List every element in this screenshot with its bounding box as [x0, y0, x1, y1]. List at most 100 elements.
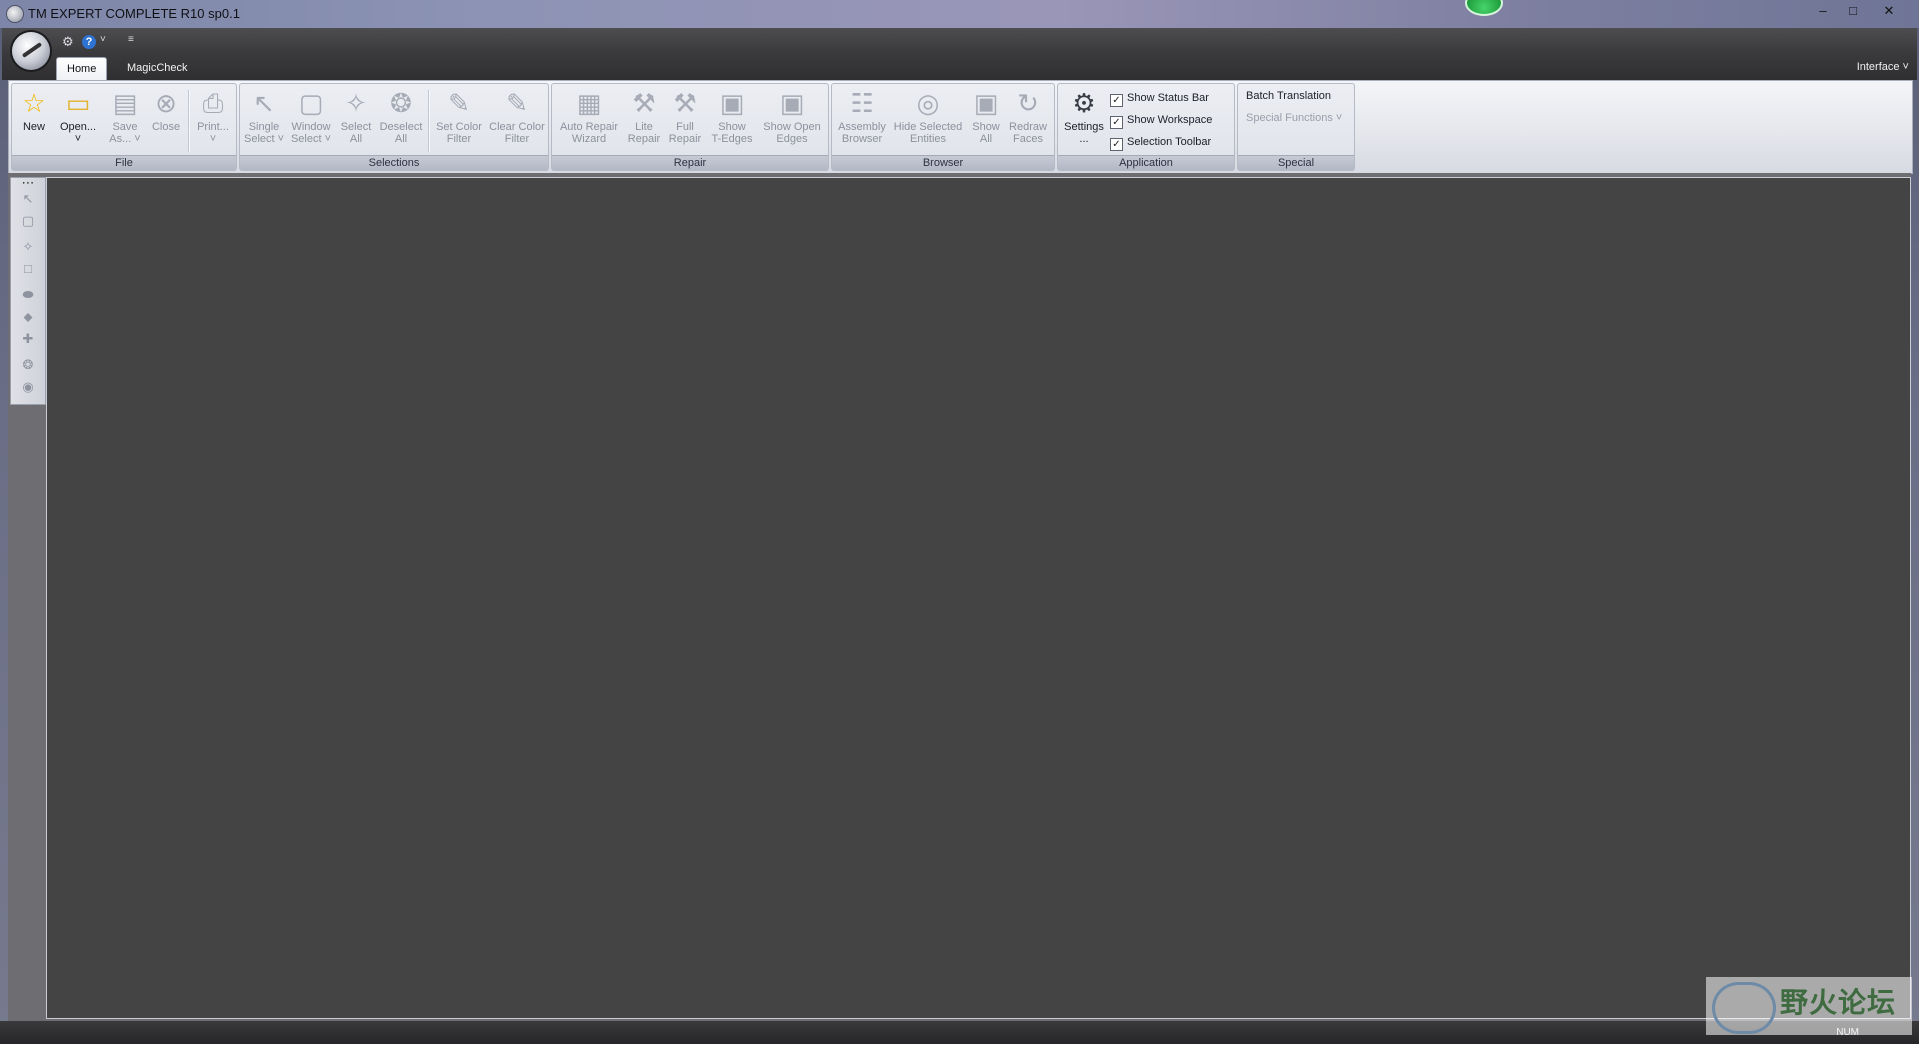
cursor-icon: ↖: [253, 88, 275, 118]
hide-selected-entities-label: Hide Selected Entities: [893, 121, 963, 145]
clear-filter-icon: ✎: [506, 88, 528, 118]
browser-group-label: Browser: [832, 155, 1054, 170]
application-group: ⚙ Settings ... ✓ Show Status Bar ✓ Show Wo…: [1057, 83, 1235, 171]
clear-color-filter-label: Clear Color Filter: [489, 121, 545, 145]
separator: [428, 90, 430, 152]
toolbar-grip[interactable]: ⋯: [17, 176, 39, 189]
show-status-bar-checkbox[interactable]: ✓ Show Status Bar: [1110, 90, 1209, 107]
batch-translation-button[interactable]: Batch Translation: [1246, 90, 1331, 102]
set-color-filter-button[interactable]: ✎ Set Color Filter: [432, 86, 486, 154]
close-label: Close: [151, 121, 181, 133]
deselect-all-label: Deselect All: [379, 121, 423, 145]
application-group-label: Application: [1058, 155, 1234, 170]
print-button[interactable]: ⎙ Print... ˅: [194, 86, 232, 154]
save-as-label: Save As... ˅: [109, 121, 141, 145]
zoom-view-icon[interactable]: ✚: [17, 330, 39, 348]
tab-home[interactable]: Home: [56, 57, 108, 81]
save-icon: ▤: [112, 88, 138, 118]
lite-repair-icon: ⚒: [632, 88, 656, 118]
single-select-button[interactable]: ↖ Single Select ˅: [244, 86, 284, 154]
show-open-edges-button[interactable]: ▣ Show Open Edges: [760, 86, 824, 154]
rotate-view-icon[interactable]: ⬬: [17, 286, 39, 304]
close-button[interactable]: ⊗ Close: [148, 86, 184, 154]
deselect-all-icon: ❂: [390, 88, 412, 118]
show-t-edges-button[interactable]: ▣ Show T-Edges: [708, 86, 756, 154]
save-as-button[interactable]: ▤ Save As... ˅: [106, 86, 144, 154]
forum-watermark: 野火论坛: [1706, 977, 1912, 1035]
checkbox-checked-icon: ✓: [1110, 116, 1123, 129]
set-color-filter-label: Set Color Filter: [436, 121, 482, 145]
window-select-button[interactable]: ▢ Window Select ˅: [288, 86, 334, 154]
open-label: Open... ˅: [59, 121, 97, 145]
window-select-icon: ▢: [298, 88, 324, 118]
file-group: ☆ New ▭ Open... ˅ ▤ Save As... ˅ ⊗ Close…: [11, 83, 237, 171]
selection-toolbar-checkbox[interactable]: ✓ Selection Toolbar: [1110, 134, 1212, 151]
help-dropdown-icon[interactable]: ˅: [100, 34, 106, 45]
window-select-tool-icon[interactable]: ▢: [17, 212, 39, 230]
fit-view-icon[interactable]: ❂: [17, 356, 39, 374]
window-title: TM EXPERT COMPLETE R10 sp0.1: [28, 6, 240, 21]
select-all-icon: ✧: [345, 88, 367, 118]
interface-menu[interactable]: Interface ˅: [1857, 61, 1909, 73]
show-workspace-checkbox[interactable]: ✓ Show Workspace: [1110, 112, 1213, 129]
separator: [188, 90, 190, 152]
tab-magiccheck[interactable]: MagicCheck: [117, 57, 198, 80]
t-edges-icon: ▣: [719, 88, 745, 118]
show-all-button[interactable]: ▣ Show All: [968, 86, 1004, 154]
selection-toolbar-label: Selection Toolbar: [1127, 136, 1212, 148]
print-label: Print... ˅: [197, 121, 229, 145]
show-all-label: Show All: [972, 121, 1000, 145]
selection-toolbar: ⋯ ↖ ▢ ✧ □ ⬬ ⬥ ✚ ❂ ◉: [10, 176, 46, 405]
help-icon[interactable]: ?: [82, 35, 96, 49]
hide-entities-icon: ◎: [916, 88, 940, 118]
select-tool-icon[interactable]: ↖: [17, 190, 39, 208]
maximize-button[interactable]: □: [1836, 2, 1870, 20]
ribbon-header: ⚙ ? ˅ ≡ Home MagicCheck Interface ˅: [2, 28, 1917, 81]
open-button[interactable]: ▭ Open... ˅: [56, 86, 100, 154]
assembly-browser-icon: ☷: [850, 88, 874, 118]
lite-repair-button[interactable]: ⚒ Lite Repair: [626, 86, 662, 154]
auto-repair-wizard-label: Auto Repair Wizard: [559, 121, 619, 145]
customize-qat-icon[interactable]: ≡: [128, 34, 134, 45]
show-all-icon: ▣: [973, 88, 999, 118]
browser-group: ☷ Assembly Browser ◎ Hide Selected Entit…: [831, 83, 1055, 171]
printer-icon: ⎙: [202, 88, 224, 118]
select-all-tool-icon[interactable]: ✧: [17, 238, 39, 256]
gear-icon: ⚙: [1072, 88, 1096, 118]
reset-view-icon[interactable]: ◉: [17, 378, 39, 396]
window-select-label: Window Select ˅: [290, 121, 332, 145]
application-menu-button[interactable]: [12, 32, 50, 70]
color-filter-icon: ✎: [448, 88, 470, 118]
clear-color-filter-button[interactable]: ✎ Clear Color Filter: [488, 86, 546, 154]
ribbon: ☆ New ▭ Open... ˅ ▤ Save As... ˅ ⊗ Close…: [8, 80, 1913, 174]
3d-viewport[interactable]: [46, 177, 1911, 1019]
checkbox-checked-icon: ✓: [1110, 138, 1123, 151]
select-all-button[interactable]: ✧ Select All: [338, 86, 374, 154]
redraw-faces-label: Redraw Faces: [1009, 121, 1047, 145]
full-repair-button[interactable]: ⚒ Full Repair: [666, 86, 704, 154]
settings-icon[interactable]: ⚙: [62, 34, 74, 50]
butterfly-logo-icon: [1712, 982, 1776, 1034]
special-group-label: Special: [1238, 155, 1354, 170]
lite-repair-label: Lite Repair: [627, 121, 661, 145]
show-workspace-label: Show Workspace: [1127, 114, 1213, 126]
settings-button[interactable]: ⚙ Settings ...: [1060, 86, 1108, 154]
close-window-button[interactable]: ✕: [1872, 2, 1906, 20]
pan-view-icon[interactable]: ⬥: [17, 308, 39, 326]
deselect-all-button[interactable]: ❂ Deselect All: [378, 86, 424, 154]
redraw-icon: ↻: [1017, 88, 1039, 118]
assembly-browser-button[interactable]: ☷ Assembly Browser: [836, 86, 888, 154]
auto-repair-wizard-button[interactable]: ▦ Auto Repair Wizard: [556, 86, 622, 154]
work-area: ⋯ ↖ ▢ ✧ □ ⬬ ⬥ ✚ ❂ ◉: [8, 173, 1911, 1021]
select-all-label: Select All: [340, 121, 372, 145]
selections-group-label: Selections: [240, 155, 548, 170]
hide-selected-entities-button[interactable]: ◎ Hide Selected Entities: [890, 86, 966, 154]
minimize-button[interactable]: –: [1806, 2, 1840, 20]
redraw-faces-button[interactable]: ↻ Redraw Faces: [1006, 86, 1050, 154]
folder-icon: ▭: [65, 88, 91, 118]
app-icon[interactable]: [7, 6, 23, 22]
special-functions-dropdown[interactable]: Special Functions ˅: [1246, 112, 1342, 124]
single-select-label: Single Select ˅: [244, 121, 285, 145]
new-button[interactable]: ☆ New: [16, 86, 52, 154]
deselect-tool-icon[interactable]: □: [17, 260, 39, 278]
